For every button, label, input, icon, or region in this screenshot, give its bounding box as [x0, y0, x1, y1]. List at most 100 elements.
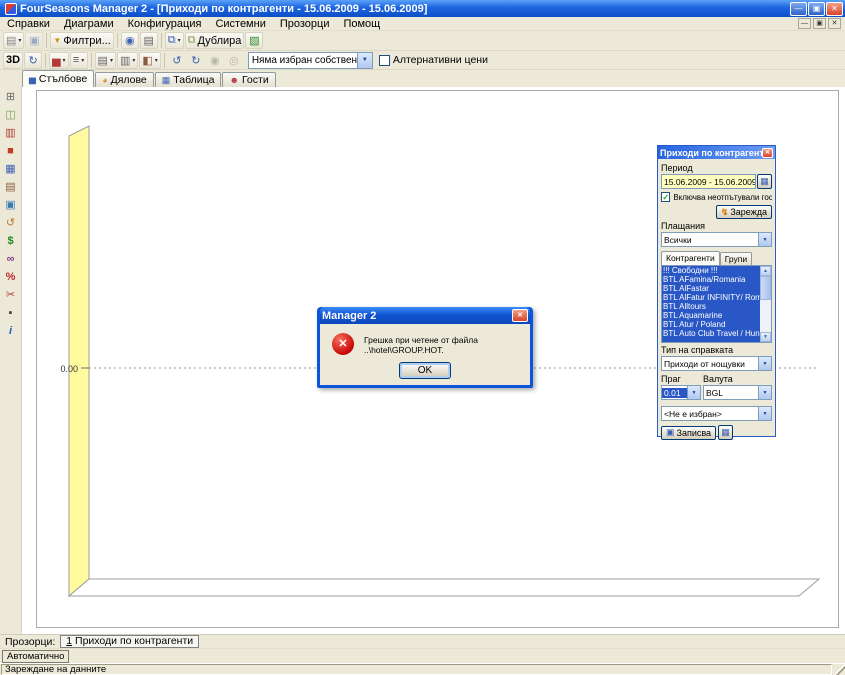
menu-item-diagrami[interactable]: Диаграми [57, 17, 121, 31]
rotate-chart-button[interactable]: ↻ [24, 52, 42, 69]
mdi-close-button[interactable]: ✕ [828, 18, 841, 29]
automatic-button[interactable]: Автоматично [2, 650, 69, 663]
scissors-icon[interactable]: ✂ [2, 287, 19, 303]
mini-chart-icon[interactable]: ▪ [2, 305, 19, 321]
mdi-restore-button[interactable]: ▣ [813, 18, 826, 29]
copy-button[interactable]: ⧉ ▾ [165, 32, 184, 49]
chevron-down-icon[interactable]: ▼ [758, 386, 771, 399]
owners-combobox[interactable]: Няма избран собственици ▼ [248, 52, 373, 69]
chart-strip-icon[interactable]: ▥ [2, 125, 19, 141]
rotate-icon[interactable]: ↺ [2, 215, 19, 231]
legend-button[interactable]: ≡ ▾ [70, 52, 88, 69]
list-item[interactable]: BTL Auto Club Travel / Hunga [662, 329, 760, 338]
duplicate-button[interactable]: ⧉ Дублира [185, 32, 245, 49]
tab-grupi[interactable]: Групи [720, 252, 752, 265]
redo-button[interactable]: ↻ [187, 52, 205, 69]
tab-gosti[interactable]: ☻ Гости [222, 72, 275, 87]
print-preview-button[interactable]: ◉ [121, 32, 139, 49]
colors-button[interactable]: ◧ ▾ [139, 52, 160, 69]
list-item[interactable]: BTL AlFastar [662, 284, 760, 293]
ok-button[interactable]: OK [399, 362, 451, 379]
payments-label: Плащания [661, 221, 772, 231]
blue-table-icon[interactable]: ▦ [2, 161, 19, 177]
mdi-minimize-button[interactable]: — [798, 18, 811, 29]
marks-button[interactable]: ▤ ▾ [95, 52, 116, 69]
window-tab-prihodi[interactable]: 1 Приходи по контрагенти [60, 635, 199, 648]
list-item[interactable]: BTL Aquamarine [662, 311, 760, 320]
scroll-up-icon[interactable]: ▲ [760, 266, 771, 276]
menu-item-pomosht[interactable]: Помощ [336, 17, 387, 31]
template-combobox[interactable]: <Не е избран> ▼ [661, 406, 772, 421]
currency-combobox[interactable]: BGL ▼ [703, 385, 772, 400]
film-icon[interactable]: ▤ [2, 179, 19, 195]
calendar-icon[interactable]: ▦ [757, 174, 772, 189]
toggle-3d-button[interactable]: 3D [3, 52, 23, 69]
menu-item-spravki[interactable]: Справки [0, 17, 57, 31]
tab-tablica[interactable]: ▦ Таблица [155, 72, 222, 87]
filters-button[interactable]: ▼ Филтри... [50, 32, 113, 49]
link-icon[interactable]: ∞ [2, 251, 19, 267]
list-item[interactable]: BTL Alltours [662, 302, 760, 311]
panel-close-icon[interactable]: ✕ [762, 148, 773, 158]
new-report-button[interactable]: ▤ ▾ [3, 32, 24, 49]
list-item[interactable]: !!! Свободни !!! [662, 266, 760, 275]
chevron-down-icon[interactable]: ▼ [758, 407, 771, 420]
list-item[interactable]: BTL AlFatur INFINITY/ Romani [662, 293, 760, 302]
payments-combobox[interactable]: Всички ▼ [661, 232, 772, 247]
save-report-label: Записва [677, 428, 712, 438]
save-report-button[interactable]: ▣ Записва [661, 426, 716, 440]
zoom-in-button[interactable]: ◉ [206, 52, 224, 69]
series-type-button[interactable]: ▅ ▾ [49, 52, 68, 69]
chevron-down-icon[interactable]: ▼ [357, 53, 372, 68]
chevron-down-icon[interactable]: ▼ [758, 357, 771, 370]
undo-icon: ↺ [172, 54, 181, 67]
currency-value: BGL [704, 388, 758, 398]
copy-page-icon[interactable]: ◫ [2, 107, 19, 123]
restore-button[interactable]: ▣ [808, 2, 825, 16]
rotate-icon: ↻ [28, 54, 37, 67]
resize-grip[interactable] [833, 664, 845, 675]
menu-item-konfiguraciya[interactable]: Конфигурация [121, 17, 209, 31]
threshold-input[interactable]: 0.01 ▼ [661, 385, 701, 400]
list-scrollbar[interactable]: ▲ ▼ [760, 266, 771, 342]
monitor-icon[interactable]: ▣ [2, 197, 19, 213]
list-item[interactable]: BTL AFamina/Romania [662, 275, 760, 284]
grid-3d-icon[interactable]: ⊞ [2, 89, 19, 105]
alt-prices-checkbox[interactable] [379, 55, 390, 66]
include-guests-checkbox[interactable]: ✓ [661, 192, 670, 202]
grid-options-icon[interactable]: ▦ [718, 425, 733, 440]
undo-button[interactable]: ↺ [168, 52, 186, 69]
dollar-icon[interactable]: $ [2, 233, 19, 249]
info-icon[interactable]: i [2, 323, 19, 339]
colors-icon: ◧ [142, 54, 152, 67]
tab-kontragenti[interactable]: Контрагенти [661, 251, 720, 265]
red-display-icon[interactable]: ■ [2, 143, 19, 159]
new-report-icon: ▤ [6, 34, 16, 47]
scrollbar-thumb[interactable] [760, 276, 771, 300]
close-button[interactable]: ✕ [826, 2, 843, 16]
period-input[interactable]: 15.06.2009 - 15.06.2009 [661, 174, 756, 189]
chevron-down-icon[interactable]: ▼ [687, 386, 700, 399]
list-item-partial[interactable] [662, 338, 760, 343]
dialog-title-bar[interactable]: Manager 2 ✕ [320, 307, 530, 324]
load-button[interactable]: ↯ Зарежда [716, 205, 772, 219]
list-item[interactable]: BTL Atur / Poland [662, 320, 760, 329]
export-image-button[interactable]: ▧ [245, 32, 263, 49]
tab-dyalove[interactable]: ◕ Дялове [95, 72, 154, 87]
menu-item-prozorci[interactable]: Прозорци [273, 17, 337, 31]
tab-stalbove[interactable]: ▅ Стълбове [22, 70, 94, 87]
save-button[interactable]: ▣ [25, 32, 43, 49]
zoom-out-button[interactable]: ◎ [225, 52, 243, 69]
minimize-button[interactable]: — [790, 2, 807, 16]
chevron-down-icon[interactable]: ▼ [758, 233, 771, 246]
counterparties-list[interactable]: !!! Свободни !!! BTL AFamina/Romania BTL… [661, 265, 772, 343]
percent-icon[interactable]: % [2, 269, 19, 285]
auto-row: Автоматично [0, 648, 845, 663]
depth-button[interactable]: ▥ ▾ [117, 52, 138, 69]
print-button[interactable]: ▤ [140, 32, 158, 49]
dialog-close-icon[interactable]: ✕ [512, 309, 528, 322]
menu-item-sistemni[interactable]: Системни [208, 17, 272, 31]
scroll-down-icon[interactable]: ▼ [760, 332, 771, 342]
panel-title-bar[interactable]: Приходи по контрагенти ✕ [658, 146, 775, 159]
report-type-combobox[interactable]: Приходи от нощувки ▼ [661, 356, 772, 371]
